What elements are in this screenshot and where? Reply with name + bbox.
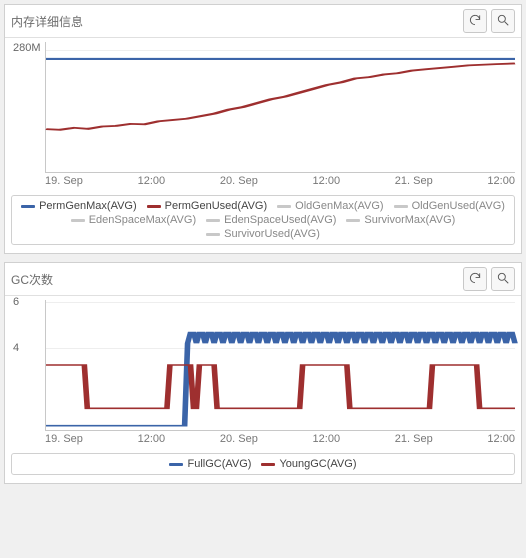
chart-area: 6 4 19. Sep 12:00 20. Sep 12:00 21. Sep … [5, 296, 521, 447]
legend-swatch [394, 205, 408, 208]
panel-title: GC次数 [11, 271, 53, 288]
series-permgenused [46, 63, 515, 129]
legend-swatch [206, 233, 220, 236]
y-tick-label: 4 [13, 342, 19, 354]
legend-label: OldGenMax(AVG) [295, 200, 383, 212]
x-tick: 12:00 [487, 433, 515, 445]
panel-header: 内存详细信息 [5, 5, 521, 38]
magnifier-icon [496, 271, 510, 288]
y-tick-label: 280M [13, 42, 41, 54]
x-tick: 12:00 [313, 433, 341, 445]
legend-label: EdenSpaceUsed(AVG) [224, 214, 336, 226]
legend-label: PermGenUsed(AVG) [165, 200, 268, 212]
panel-title: 内存详细信息 [11, 13, 83, 30]
legend-swatch [21, 205, 35, 208]
series-younggc [46, 365, 515, 408]
legend-label: SurvivorMax(AVG) [364, 214, 455, 226]
legend-swatch [169, 463, 183, 466]
legend-item[interactable]: FullGC(AVG) [169, 458, 251, 470]
plot-svg [46, 300, 515, 430]
legend-item[interactable]: EdenSpaceUsed(AVG) [206, 214, 336, 226]
legend-item[interactable]: YoungGC(AVG) [261, 458, 356, 470]
refresh-icon [468, 271, 482, 288]
refresh-icon [468, 13, 482, 30]
legend-label: OldGenUsed(AVG) [412, 200, 505, 212]
panel-tools [463, 267, 515, 291]
legend-item[interactable]: EdenSpaceMax(AVG) [71, 214, 196, 226]
refresh-button[interactable] [463, 9, 487, 33]
refresh-button[interactable] [463, 267, 487, 291]
x-tick: 21. Sep [395, 433, 433, 445]
legend-label: FullGC(AVG) [187, 458, 251, 470]
legend-item[interactable]: SurvivorUsed(AVG) [206, 228, 320, 240]
y-tick-label: 6 [13, 296, 19, 308]
x-tick: 12:00 [487, 175, 515, 187]
x-tick: 20. Sep [220, 175, 258, 187]
legend-item[interactable]: OldGenMax(AVG) [277, 200, 383, 212]
x-tick: 12:00 [313, 175, 341, 187]
plot[interactable] [45, 300, 515, 431]
x-tick: 12:00 [138, 433, 166, 445]
panel-header: GC次数 [5, 263, 521, 296]
series-fullgc [46, 333, 515, 426]
panel-gc: GC次数 6 4 19. Sep [4, 262, 522, 484]
panel-memory: 内存详细信息 280M 19. [4, 4, 522, 254]
legend-item[interactable]: OldGenUsed(AVG) [394, 200, 505, 212]
legend: PermGenMax(AVG) PermGenUsed(AVG) OldGenMax… [11, 195, 515, 245]
plot[interactable] [45, 42, 515, 173]
x-tick: 20. Sep [220, 433, 258, 445]
legend-label: SurvivorUsed(AVG) [224, 228, 320, 240]
legend-swatch [206, 219, 220, 222]
legend-item[interactable]: SurvivorMax(AVG) [346, 214, 455, 226]
legend-label: PermGenMax(AVG) [39, 200, 137, 212]
legend-swatch [147, 205, 161, 208]
plot-svg [46, 42, 515, 172]
x-tick: 19. Sep [45, 175, 83, 187]
x-tick: 21. Sep [395, 175, 433, 187]
legend-swatch [346, 219, 360, 222]
legend-swatch [277, 205, 291, 208]
legend-swatch [261, 463, 275, 466]
panel-tools [463, 9, 515, 33]
legend-swatch [71, 219, 85, 222]
zoom-button[interactable] [491, 9, 515, 33]
zoom-button[interactable] [491, 267, 515, 291]
chart-area: 280M 19. Sep 12:00 20. Sep 12:00 21. Sep… [5, 38, 521, 189]
magnifier-icon [496, 13, 510, 30]
x-tick: 12:00 [138, 175, 166, 187]
legend-label: YoungGC(AVG) [279, 458, 356, 470]
legend: FullGC(AVG) YoungGC(AVG) [11, 453, 515, 475]
x-tick: 19. Sep [45, 433, 83, 445]
x-axis: 19. Sep 12:00 20. Sep 12:00 21. Sep 12:0… [45, 173, 515, 189]
x-axis: 19. Sep 12:00 20. Sep 12:00 21. Sep 12:0… [45, 431, 515, 447]
legend-label: EdenSpaceMax(AVG) [89, 214, 196, 226]
legend-item[interactable]: PermGenUsed(AVG) [147, 200, 268, 212]
legend-item[interactable]: PermGenMax(AVG) [21, 200, 137, 212]
